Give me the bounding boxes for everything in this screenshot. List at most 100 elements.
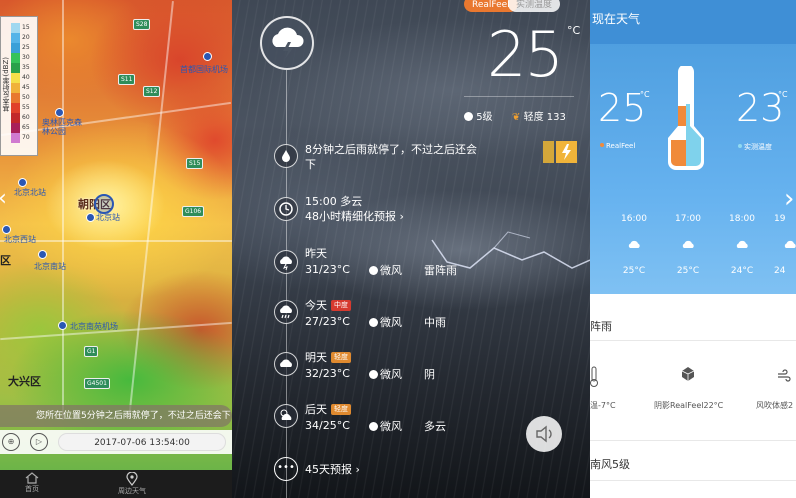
hourly-forecast-link[interactable]: 48小时精细化预报 › [305, 209, 404, 224]
legend-value: 50 [22, 94, 30, 101]
current-temperature: 25 [487, 18, 564, 91]
bottom-tab-bar: 首页 周边天气 [0, 470, 232, 498]
road-shield: S11 [118, 74, 136, 85]
day-tomorrow-wind: 微风 [369, 366, 402, 382]
road-shield: G1 [84, 346, 99, 357]
legend-value: 35 [22, 64, 30, 71]
map-label-capital-airport: 首都国际机场 [180, 65, 228, 74]
day-today-name: 今天 中度 [305, 298, 351, 313]
degree-unit: °C [778, 90, 788, 99]
cloud-icon [274, 352, 298, 376]
hour-temp: 25°C [622, 266, 646, 276]
map-label-nanyuan-airport: 北京南苑机场 [70, 322, 118, 331]
legend-color-scale [11, 23, 20, 153]
legend-swatch [11, 23, 20, 33]
day-after-temps: 34/25°C [305, 419, 350, 432]
map-pin-icon [126, 472, 138, 486]
cloud-icon [614, 234, 654, 253]
map-label-beijing-south: 北京南站 [34, 262, 66, 271]
locate-icon[interactable]: ⊕ [2, 433, 20, 451]
divider [464, 96, 574, 97]
hour-time: 16:00 [621, 214, 647, 224]
wind-icon [776, 366, 792, 386]
clock-icon [274, 197, 298, 221]
map-road [62, 0, 64, 420]
map-label-beijing-west: 北京西站 [4, 235, 36, 244]
chevron-right-icon[interactable]: › [784, 184, 794, 214]
poi-pin-icon [203, 52, 212, 61]
legend-swatch [11, 43, 20, 53]
day-today-condition: 中雨 [424, 316, 446, 329]
radar-timestamp[interactable]: 2017-07-06 13:54:00 [58, 433, 226, 451]
rain-message-bar: 您所在位置5分钟之后雨就停了，不过之后还会下 [0, 405, 232, 427]
day-yesterday-condition: 雷阵雨 [424, 264, 457, 277]
measured-toggle[interactable]: 实测温度 [508, 0, 561, 12]
measured-caption: 实测温度 [738, 142, 772, 152]
legend-swatch [11, 33, 20, 43]
air-quality-badge: 轻度 [331, 404, 351, 415]
play-icon[interactable]: ▷ [30, 433, 48, 451]
tab-nearby-weather[interactable]: 周边天气 [102, 472, 162, 496]
air-quality-badge: 轻度 [331, 352, 351, 363]
speaker-button[interactable] [526, 416, 562, 452]
poi-pin-icon [18, 178, 27, 187]
shade-icon [680, 366, 696, 386]
thermometer-icon [668, 66, 704, 170]
day-after-wind: 微风 [369, 418, 402, 434]
tab-home[interactable]: 首页 [2, 472, 62, 494]
hour-time: 17:00 [675, 214, 701, 224]
page-title: 现在天气 [590, 0, 796, 44]
legend-swatch [11, 133, 20, 143]
road-shield: S15 [186, 158, 204, 169]
legend-swatch [11, 53, 20, 63]
wind-level: 5级 [464, 108, 493, 123]
day-yesterday-temps: 31/23°C [305, 263, 350, 276]
legend-swatch [11, 103, 20, 113]
air-quality[interactable]: ❦ 轻度 133 [512, 108, 566, 123]
road-shield: G4501 [84, 378, 110, 389]
legend-value: 30 [22, 54, 30, 61]
thunderstorm-icon [274, 250, 298, 274]
divider [590, 340, 796, 341]
legend-values: 15 20 25 30 35 40 45 50 55 60 65 70 [22, 23, 30, 143]
radar-legend: 15 20 25 30 35 40 45 50 55 60 65 70 基本反射率(dBZ) [0, 16, 38, 156]
wind-icon [369, 370, 378, 379]
wind-icon [369, 318, 378, 327]
divider [590, 440, 796, 441]
current-weather-detail-panel[interactable]: 现在天气 25 °C RealFeel 23 °C 实测温度 16:00 17:… [590, 0, 796, 498]
air-quality-badge: 中度 [331, 300, 351, 311]
forecast-panel[interactable]: RealFeel 实测温度 25 °C 5级 ❦ 轻度 133 8分钟之后雨就停… [232, 0, 590, 498]
cloud-icon [722, 234, 762, 253]
hour-temp: 24°C [730, 266, 754, 276]
forecast-45-days-link[interactable]: 45天预报 › [305, 462, 360, 477]
section-rain: 阵雨 [590, 320, 612, 333]
temperature-unit: °C [567, 24, 581, 37]
home-icon [25, 472, 39, 484]
legend-value: 70 [22, 134, 30, 141]
poi-pin-icon [38, 250, 47, 259]
legend-value: 15 [22, 24, 30, 31]
legend-swatch [11, 73, 20, 83]
poi-pin-icon [55, 108, 64, 117]
day-tomorrow-name: 明天 轻度 [305, 350, 351, 365]
day-after-condition: 多云 [424, 420, 446, 433]
legend-swatch [11, 63, 20, 73]
degree-unit: °C [640, 90, 650, 99]
playback-controls: ⊕ ▷ 2017-07-06 13:54:00 [0, 430, 232, 454]
map-road [128, 1, 174, 419]
tab-nearby-label: 周边天气 [118, 487, 146, 495]
wind-icon [464, 112, 473, 121]
raindrop-icon [274, 144, 298, 168]
more-icon: ••• [274, 457, 298, 481]
legend-swatch [11, 113, 20, 123]
hour-time: 19 [774, 214, 786, 224]
legend-value: 65 [22, 124, 30, 131]
weather-warning-icon[interactable] [543, 139, 577, 165]
current-location-marker[interactable] [94, 194, 114, 214]
chevron-left-icon[interactable]: ‹ [0, 186, 7, 211]
hourly-summary: 15:00 多云 [305, 195, 363, 208]
day-tomorrow-temps: 32/23°C [305, 367, 350, 380]
leaf-icon: ❦ [512, 112, 521, 123]
radar-map-panel[interactable]: S28 S11 S12 S15 G1 G106 G4501 15 20 25 30 35… [0, 0, 232, 498]
index-windchill: 温-7°C [590, 401, 616, 410]
